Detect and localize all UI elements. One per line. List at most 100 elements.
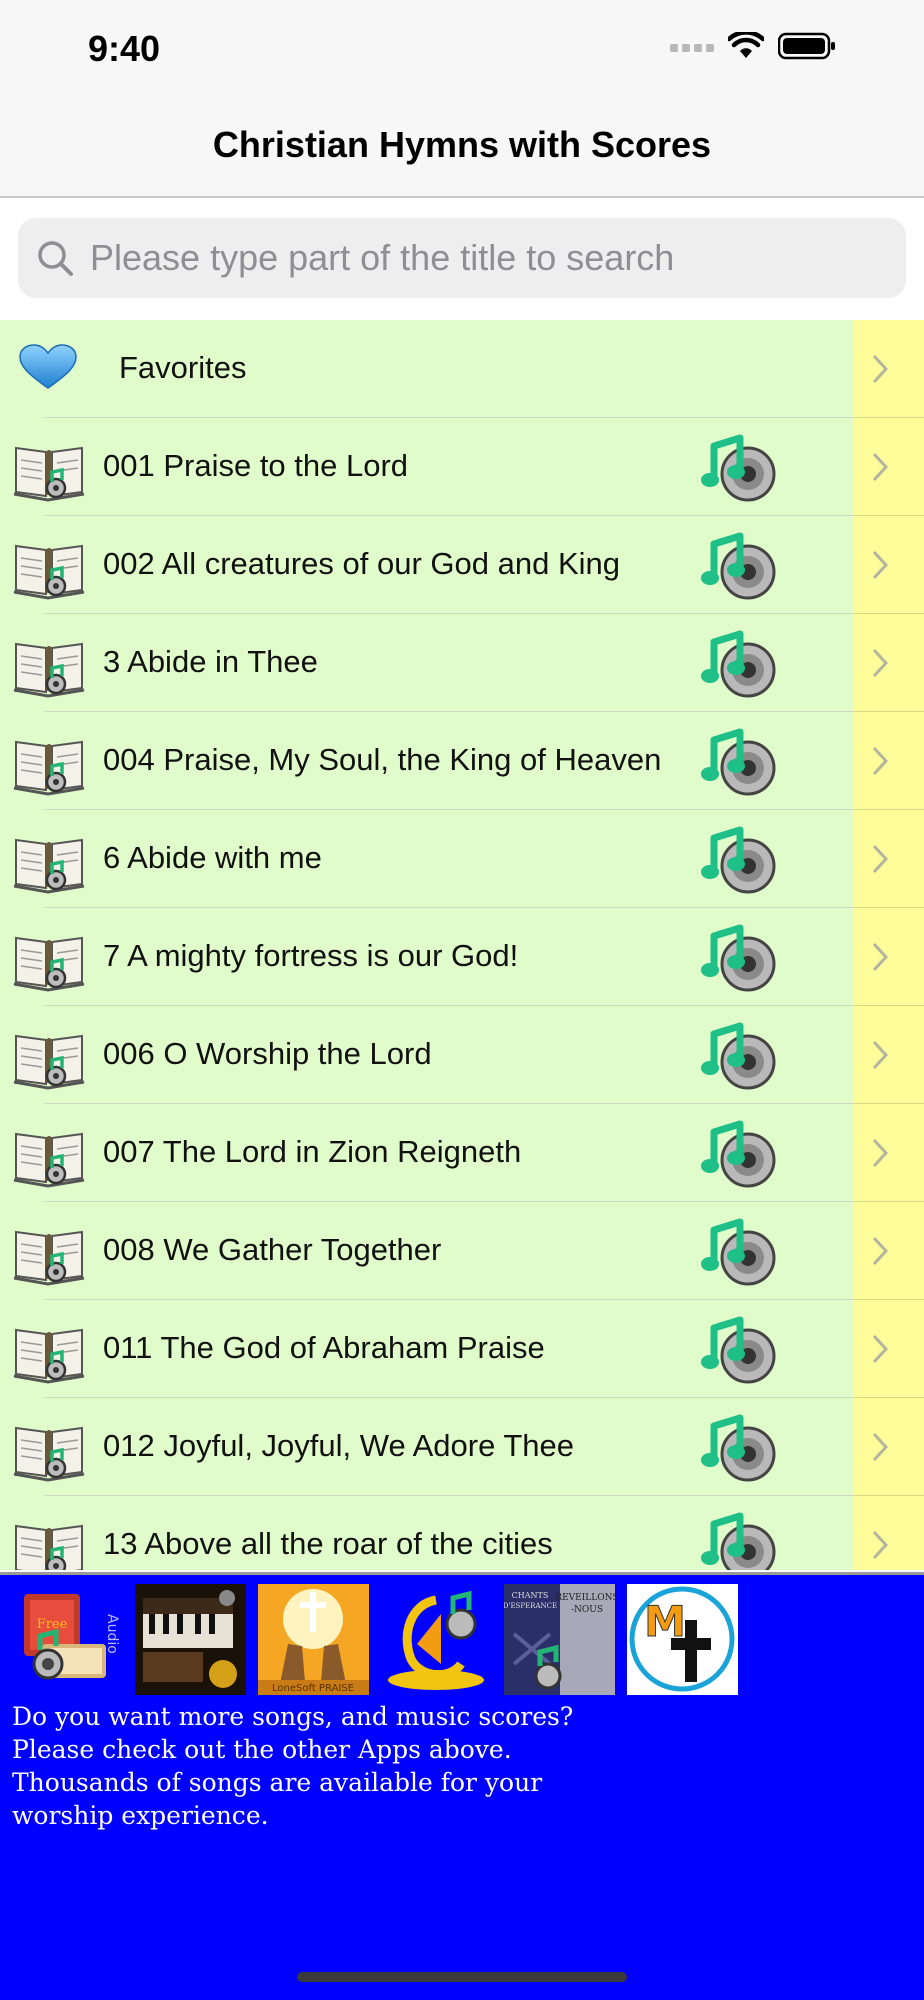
audio-music-icon[interactable] <box>700 824 780 896</box>
chevron-right-icon <box>872 452 888 482</box>
hymn-list[interactable]: Favorites 001 Praise to the Lord 002 All… <box>0 320 924 1570</box>
hymn-accessory[interactable] <box>854 1496 924 1570</box>
audio-music-icon[interactable] <box>700 922 780 994</box>
hymn-row[interactable]: 012 Joyful, Joyful, We Adore Thee <box>0 1398 924 1496</box>
praise-hands-app-icon[interactable]: LoneSoft PRAISE <box>258 1584 369 1695</box>
hymn-row[interactable]: 006 O Worship the Lord <box>0 1006 924 1104</box>
hymn-accessory[interactable] <box>854 712 924 810</box>
favorites-accessory <box>854 320 924 418</box>
hymn-accessory[interactable] <box>854 1202 924 1300</box>
svg-text:Audio: Audio <box>104 1614 120 1654</box>
chevron-right-icon <box>872 942 888 972</box>
status-bar: 9:40 <box>0 0 924 100</box>
hymn-accessory[interactable] <box>854 1398 924 1496</box>
chevron-right-icon <box>872 1138 888 1168</box>
hymn-accessory[interactable] <box>854 1300 924 1398</box>
promo-divider <box>0 1572 924 1575</box>
hymn-book-icon <box>15 1524 83 1570</box>
hymn-title: 012 Joyful, Joyful, We Adore Thee <box>103 1428 575 1463</box>
hymn-accessory[interactable] <box>854 418 924 516</box>
hymn-row[interactable]: 3 Abide in Thee <box>0 614 924 712</box>
chevron-right-icon <box>872 1236 888 1266</box>
svg-text:D'ESPERANCE: D'ESPERANCE <box>504 1602 557 1610</box>
hymn-row[interactable]: 002 All creatures of our God and King <box>0 516 924 614</box>
hymn-title: 006 O Worship the Lord <box>103 1036 432 1071</box>
hymn-row[interactable]: 008 We Gather Together <box>0 1202 924 1300</box>
hymn-book-icon <box>13 544 85 600</box>
hymn-title: 6 Abide with me <box>103 840 322 875</box>
audio-music-icon[interactable] <box>700 1216 780 1288</box>
hymn-book-icon <box>13 1426 85 1482</box>
hymn-book-icon <box>13 1034 85 1090</box>
hymn-book-icon <box>13 936 85 992</box>
hymn-book-icon <box>13 740 85 796</box>
hymn-accessory[interactable] <box>854 1104 924 1202</box>
hymn-accessory[interactable] <box>854 614 924 712</box>
hymn-row[interactable]: 7 A mighty fortress is our God! <box>0 908 924 1006</box>
hymn-row[interactable]: 001 Praise to the Lord <box>0 418 924 516</box>
chants-esperance-app-icon[interactable]: CHANTS D'ESPERANCE REVEILLONS -NOUS <box>504 1584 615 1695</box>
piano-hymns-app-icon[interactable] <box>135 1584 246 1695</box>
search-icon <box>38 241 73 276</box>
hymn-title: 007 The Lord in Zion Reigneth <box>103 1134 522 1169</box>
promo-text-line: worship experience. <box>12 1801 269 1830</box>
chevron-right-icon <box>872 746 888 776</box>
home-indicator[interactable] <box>297 1972 627 1982</box>
audio-music-icon[interactable] <box>700 726 780 798</box>
audio-free-hymns-app-icon[interactable]: Free Audio <box>12 1584 123 1695</box>
chevron-right-icon <box>872 648 888 678</box>
search-field[interactable] <box>18 218 906 298</box>
hymn-title: 004 Praise, My Soul, the King of Heaven <box>103 742 662 777</box>
hymn-title: 7 A mighty fortress is our God! <box>103 938 519 973</box>
navigation-bar: Christian Hymns with Scores <box>0 100 924 198</box>
svg-text:LoneSoft PRAISE: LoneSoft PRAISE <box>272 1683 354 1694</box>
audio-music-icon[interactable] <box>700 1412 780 1484</box>
hymn-book-icon <box>13 1328 85 1384</box>
hymn-accessory[interactable] <box>854 1006 924 1104</box>
promo-text-line: Thousands of songs are available for you… <box>12 1768 543 1797</box>
status-time: 9:40 <box>88 28 161 69</box>
favorites-row[interactable]: Favorites <box>0 320 924 418</box>
audio-music-icon[interactable] <box>700 1020 780 1092</box>
hymn-book-icon <box>13 642 85 698</box>
chevron-right-icon <box>872 1530 888 1560</box>
chevron-right-icon <box>872 844 888 874</box>
svg-text:CHANTS: CHANTS <box>512 1591 549 1600</box>
search-input[interactable] <box>88 236 892 280</box>
hymn-book-icon <box>13 1230 85 1286</box>
audio-music-icon[interactable] <box>700 1314 780 1386</box>
heart-icon <box>19 344 77 389</box>
favorites-label: Favorites <box>119 350 247 385</box>
hymn-book-icon <box>13 446 85 502</box>
music-cross-app-icon[interactable]: M <box>627 1584 738 1695</box>
audio-music-icon[interactable] <box>700 530 780 602</box>
battery-icon <box>778 32 835 60</box>
chevron-right-icon <box>872 1334 888 1364</box>
hymn-row[interactable]: 004 Praise, My Soul, the King of Heaven <box>0 712 924 810</box>
hymn-row[interactable]: 011 The God of Abraham Praise <box>0 1300 924 1398</box>
hymn-accessory[interactable] <box>854 908 924 1006</box>
search-bar <box>0 198 924 320</box>
hymn-book-icon <box>13 838 85 894</box>
hymn-title: 008 We Gather Together <box>103 1232 442 1267</box>
hymn-title: 001 Praise to the Lord <box>103 448 409 483</box>
audio-music-icon[interactable] <box>700 1118 780 1190</box>
hymn-row[interactable]: 6 Abide with me <box>0 810 924 908</box>
audio-music-icon[interactable] <box>700 432 780 504</box>
cellular-signal-icon <box>670 44 714 52</box>
hymn-accessory[interactable] <box>854 516 924 614</box>
adventist-hymns-app-icon[interactable] <box>381 1584 492 1695</box>
promo-text-line: Please check out the other Apps above. <box>12 1735 512 1764</box>
chevron-right-icon <box>872 1040 888 1070</box>
svg-text:REVEILLONS: REVEILLONS <box>555 1593 615 1603</box>
hymn-row[interactable]: 13 Above all the roar of the cities <box>0 1496 924 1570</box>
status-icons <box>670 32 836 60</box>
hymn-accessory[interactable] <box>854 810 924 908</box>
promo-text-line: Do you want more songs, and music scores… <box>12 1702 574 1731</box>
hymn-title: 002 All creatures of our God and King <box>103 546 620 581</box>
audio-music-icon[interactable] <box>700 628 780 700</box>
promo-text: Do you want more songs, and music scores… <box>12 1700 712 1832</box>
hymn-row[interactable]: 007 The Lord in Zion Reigneth <box>0 1104 924 1202</box>
chevron-right-icon <box>872 1432 888 1462</box>
audio-music-icon[interactable] <box>700 1510 780 1570</box>
